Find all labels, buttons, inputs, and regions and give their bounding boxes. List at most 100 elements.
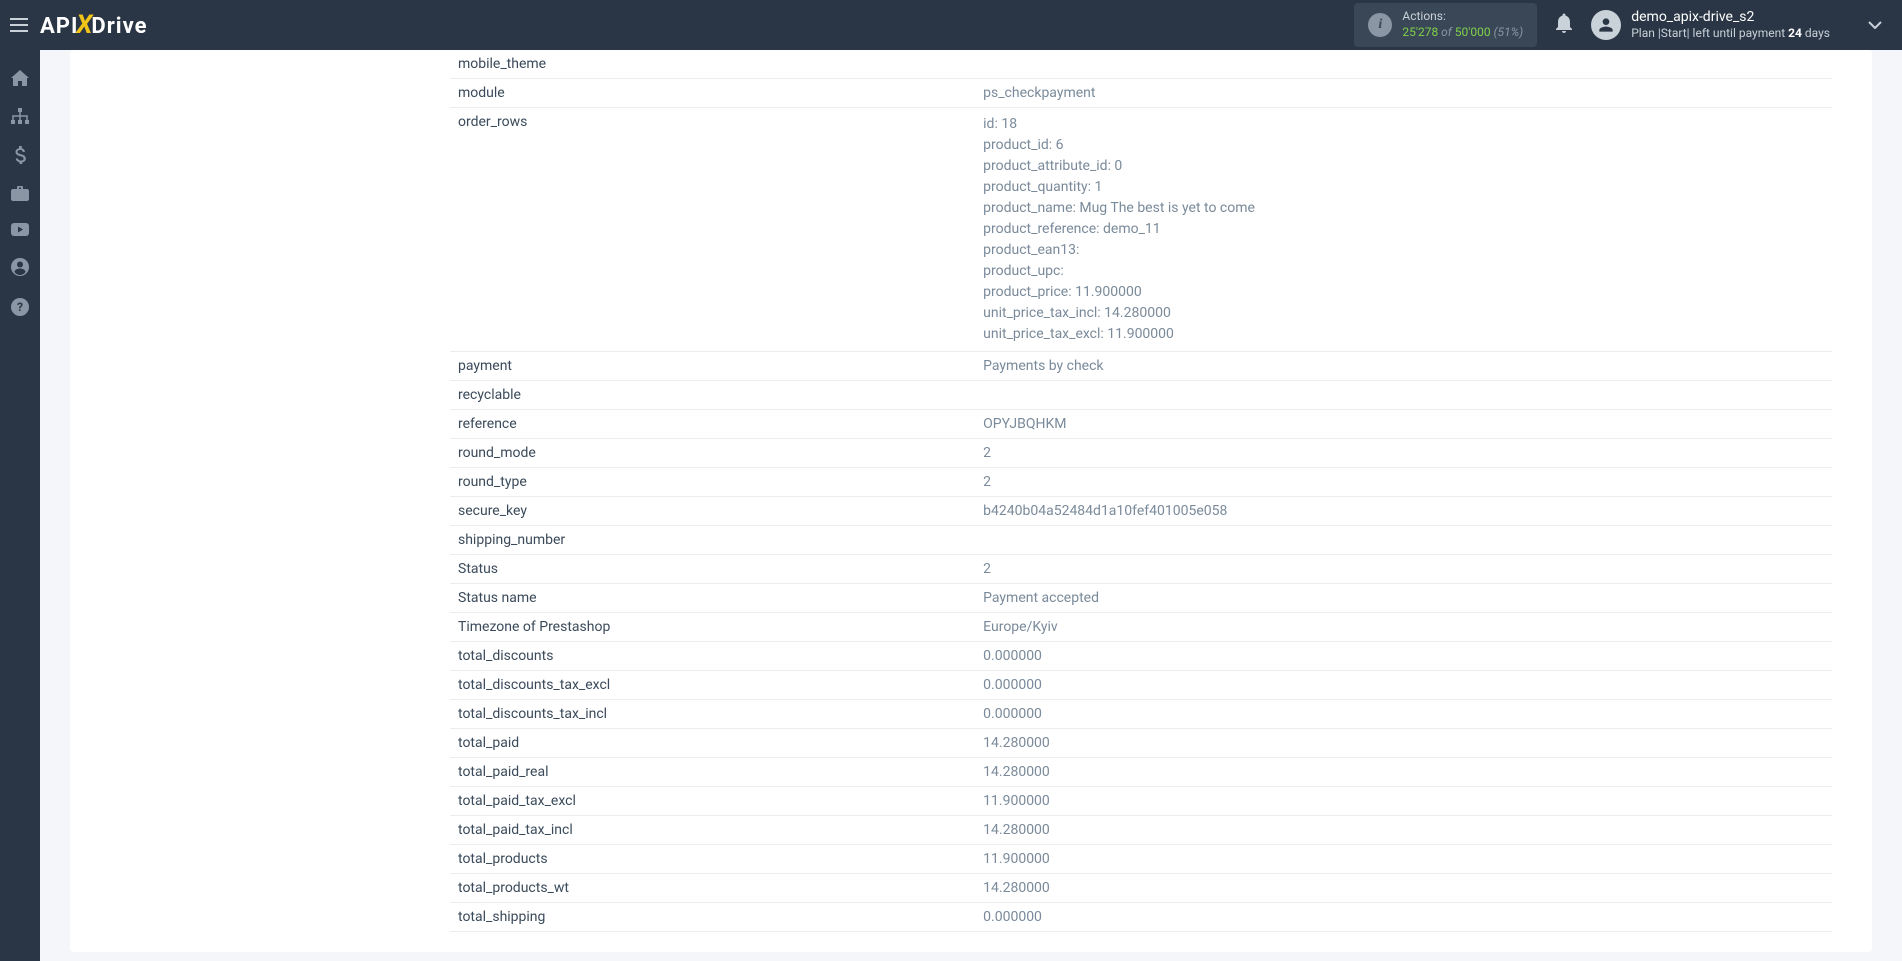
field-value: [975, 50, 1832, 79]
field-key: shipping_number: [450, 526, 975, 555]
table-row: round_type2: [450, 468, 1832, 497]
field-value: Payment accepted: [975, 584, 1832, 613]
nav-profile-icon[interactable]: [0, 258, 40, 276]
field-key: round_type: [450, 468, 975, 497]
field-value: 0.000000: [975, 700, 1832, 729]
avatar-icon: [1591, 10, 1621, 40]
info-icon: i: [1368, 13, 1392, 37]
field-value: 0.000000: [975, 903, 1832, 932]
field-value: 2: [975, 555, 1832, 584]
table-row: paymentPayments by check: [450, 352, 1832, 381]
field-key: recyclable: [450, 381, 975, 410]
actions-counter[interactable]: i Actions: 25'278 of 50'000 (51%): [1354, 3, 1537, 46]
table-row: shipping_number: [450, 526, 1832, 555]
field-key: Status: [450, 555, 975, 584]
main-content: mobile_thememoduleps_checkpaymentorder_r…: [40, 50, 1902, 952]
topbar-right: i Actions: 25'278 of 50'000 (51%) demo_a…: [1354, 3, 1902, 46]
nav-billing-icon[interactable]: [0, 146, 40, 164]
logo[interactable]: API X Drive: [40, 10, 147, 40]
field-key: total_shipping: [450, 903, 975, 932]
logo-text-drive: Drive: [91, 14, 147, 39]
field-key: order_rows: [450, 108, 975, 352]
table-row: total_discounts_tax_excl0.000000: [450, 671, 1832, 700]
field-value: 11.900000: [975, 845, 1832, 874]
field-value: 14.280000: [975, 729, 1832, 758]
table-row: referenceOPYJBQHKM: [450, 410, 1832, 439]
field-key: total_products: [450, 845, 975, 874]
notifications-icon[interactable]: [1555, 13, 1573, 38]
table-row: secure_keyb4240b04a52484d1a10fef401005e0…: [450, 497, 1832, 526]
left-nav: ?: [0, 50, 40, 961]
field-key: Timezone of Prestashop: [450, 613, 975, 642]
data-table: mobile_thememoduleps_checkpaymentorder_r…: [450, 50, 1832, 932]
table-row: total_discounts0.000000: [450, 642, 1832, 671]
field-key: mobile_theme: [450, 50, 975, 79]
field-key: reference: [450, 410, 975, 439]
actions-label: Actions:: [1402, 9, 1523, 25]
left-panel: [70, 50, 410, 952]
table-row: Timezone of PrestashopEurope/Kyiv: [450, 613, 1832, 642]
table-row: total_paid_tax_excl11.900000: [450, 787, 1832, 816]
field-value: 14.280000: [975, 758, 1832, 787]
field-key: total_discounts_tax_excl: [450, 671, 975, 700]
user-text: demo_apix-drive_s2 Plan |Start| left unt…: [1631, 8, 1830, 42]
field-value: 2: [975, 439, 1832, 468]
table-row: Status2: [450, 555, 1832, 584]
field-key: secure_key: [450, 497, 975, 526]
svg-text:?: ?: [17, 300, 23, 314]
table-row: total_products11.900000: [450, 845, 1832, 874]
menu-toggle-icon[interactable]: [10, 13, 28, 37]
username: demo_apix-drive_s2: [1631, 8, 1830, 26]
field-value: 0.000000: [975, 642, 1832, 671]
card-wrapper: mobile_thememoduleps_checkpaymentorder_r…: [70, 50, 1872, 952]
field-value: [975, 381, 1832, 410]
table-row: total_discounts_tax_incl0.000000: [450, 700, 1832, 729]
field-value: id: 18 product_id: 6 product_attribute_i…: [975, 108, 1832, 352]
field-value: 14.280000: [975, 816, 1832, 845]
field-value: OPYJBQHKM: [975, 410, 1832, 439]
field-value: b4240b04a52484d1a10fef401005e058: [975, 497, 1832, 526]
table-row: mobile_theme: [450, 50, 1832, 79]
field-key: total_paid_tax_excl: [450, 787, 975, 816]
field-key: Status name: [450, 584, 975, 613]
field-value: ps_checkpayment: [975, 79, 1832, 108]
field-key: module: [450, 79, 975, 108]
field-value: 2: [975, 468, 1832, 497]
table-row: total_shipping0.000000: [450, 903, 1832, 932]
nav-video-icon[interactable]: [0, 223, 40, 236]
table-row: total_paid_tax_incl14.280000: [450, 816, 1832, 845]
actions-used: 25'278: [1402, 25, 1438, 39]
field-key: payment: [450, 352, 975, 381]
field-value: 14.280000: [975, 874, 1832, 903]
nav-help-icon[interactable]: ?: [0, 298, 40, 316]
nav-briefcase-icon[interactable]: [0, 186, 40, 201]
table-row: recyclable: [450, 381, 1832, 410]
field-key: total_paid: [450, 729, 975, 758]
table-row: total_paid_real14.280000: [450, 758, 1832, 787]
nav-connections-icon[interactable]: [0, 108, 40, 124]
actions-pct: (51%): [1491, 25, 1524, 39]
table-row: order_rowsid: 18 product_id: 6 product_a…: [450, 108, 1832, 352]
table-row: total_paid14.280000: [450, 729, 1832, 758]
field-value: 11.900000: [975, 787, 1832, 816]
field-key: total_products_wt: [450, 874, 975, 903]
actions-of: of: [1438, 25, 1455, 39]
table-row: total_products_wt14.280000: [450, 874, 1832, 903]
field-value: [975, 526, 1832, 555]
field-value: 0.000000: [975, 671, 1832, 700]
field-key: total_paid_tax_incl: [450, 816, 975, 845]
field-value: Payments by check: [975, 352, 1832, 381]
table-row: Status namePayment accepted: [450, 584, 1832, 613]
topbar-left: API X Drive: [0, 10, 147, 40]
chevron-down-icon[interactable]: [1868, 17, 1882, 33]
user-menu[interactable]: demo_apix-drive_s2 Plan |Start| left unt…: [1591, 8, 1830, 42]
actions-text: Actions: 25'278 of 50'000 (51%): [1402, 9, 1523, 40]
nav-home-icon[interactable]: [0, 70, 40, 86]
field-key: total_paid_real: [450, 758, 975, 787]
field-value: Europe/Kyiv: [975, 613, 1832, 642]
top-bar: API X Drive i Actions: 25'278 of 50'000 …: [0, 0, 1902, 50]
field-key: total_discounts_tax_incl: [450, 700, 975, 729]
field-key: round_mode: [450, 439, 975, 468]
field-key: total_discounts: [450, 642, 975, 671]
logo-text-api: API: [40, 14, 78, 39]
